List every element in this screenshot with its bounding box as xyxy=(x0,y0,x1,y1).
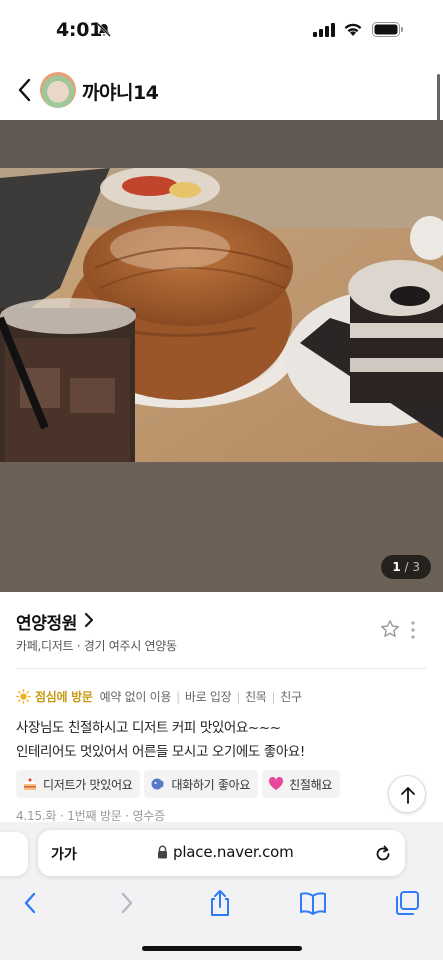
divider xyxy=(16,668,426,669)
share-icon[interactable] xyxy=(205,888,235,918)
keyword-chip-label: 대화하기 좋아요 xyxy=(171,777,251,792)
address-bar[interactable]: 가가 place.naver.com xyxy=(38,830,405,876)
bookmarks-book-icon[interactable] xyxy=(298,888,328,918)
review-line: 인테리어도 멋있어서 어른들 모시고 오기에도 좋아요! xyxy=(16,744,305,760)
bell-muted-icon xyxy=(97,23,111,37)
status-bar: 4:01 xyxy=(0,0,443,60)
visit-tag: 친목 xyxy=(245,690,267,704)
visit-tag: 친구 xyxy=(280,690,302,704)
keyword-chip-label: 디저트가 맛있어요 xyxy=(43,777,133,792)
wifi-icon xyxy=(344,23,362,36)
avatar[interactable] xyxy=(40,72,76,108)
profile-name[interactable]: 까야니14 xyxy=(82,78,159,105)
heart-icon xyxy=(269,776,284,790)
place-name-link[interactable]: 연양정원 xyxy=(16,609,77,634)
scroll-to-top-button[interactable] xyxy=(388,775,426,813)
sun-icon xyxy=(16,689,31,704)
photo-page-indicator: 1 / 3 xyxy=(381,555,431,579)
cellular-signal-icon xyxy=(313,23,335,37)
tabs-icon[interactable] xyxy=(392,888,422,918)
place-location: 경기 여주시 연양동 xyxy=(83,639,177,653)
visit-time-label: 점심에 방문 xyxy=(35,690,93,704)
keyword-chips: 디저트가 맛있어요 대화하기 좋아요 친절해요 xyxy=(16,770,341,798)
browser-back-icon[interactable] xyxy=(16,888,46,918)
review-line: 사장님도 친절하시고 디저트 커피 맛있어요~~~ xyxy=(16,720,281,736)
browser-forward-icon[interactable] xyxy=(111,888,141,918)
back-button[interactable] xyxy=(14,76,38,104)
visit-tag: 바로 입장 xyxy=(184,690,232,704)
more-options-icon[interactable] xyxy=(409,620,417,640)
talking-icon xyxy=(151,778,165,790)
text-size-button[interactable]: 가가 xyxy=(51,844,77,864)
keyword-chip: 친절해요 xyxy=(262,770,341,798)
home-indicator xyxy=(142,946,302,951)
battery-icon xyxy=(372,22,403,37)
profile-header: 까야니14 xyxy=(0,60,443,120)
visit-tag: 예약 없이 이용 xyxy=(99,690,172,704)
review-text[interactable]: 사장님도 친절하시고 디저트 커피 맛있어요~~~ 인테리어도 멋있어서 어른들… xyxy=(16,716,305,764)
keyword-chip: 디저트가 맛있어요 xyxy=(16,770,141,798)
arrow-up-icon xyxy=(401,787,415,804)
visit-info-row: 점심에 방문 예약 없이 이용 | 바로 입장 | 친목 | 친구 xyxy=(16,688,302,705)
bookmark-star-icon[interactable] xyxy=(380,619,400,639)
keyword-chip-label: 친절해요 xyxy=(289,777,333,792)
browser-toolbar: 가가 place.naver.com xyxy=(0,822,443,960)
url-text[interactable]: place.naver.com xyxy=(173,843,294,861)
previous-tab-preview[interactable] xyxy=(0,832,28,876)
photo-letterbox-bottom xyxy=(0,462,443,592)
lock-icon xyxy=(158,845,167,859)
photo-letterbox-top xyxy=(0,120,443,168)
place-meta: 카페,디저트 · 경기 여주시 연양동 xyxy=(16,639,177,653)
keyword-chip: 대화하기 좋아요 xyxy=(144,770,259,798)
review-photo xyxy=(0,168,443,462)
chevron-right-icon[interactable] xyxy=(84,613,94,627)
cake-icon xyxy=(24,778,36,790)
reload-icon[interactable] xyxy=(374,843,392,863)
place-category: 카페,디저트 xyxy=(16,639,74,653)
review-photo-carousel[interactable]: 1 / 3 xyxy=(0,120,443,592)
